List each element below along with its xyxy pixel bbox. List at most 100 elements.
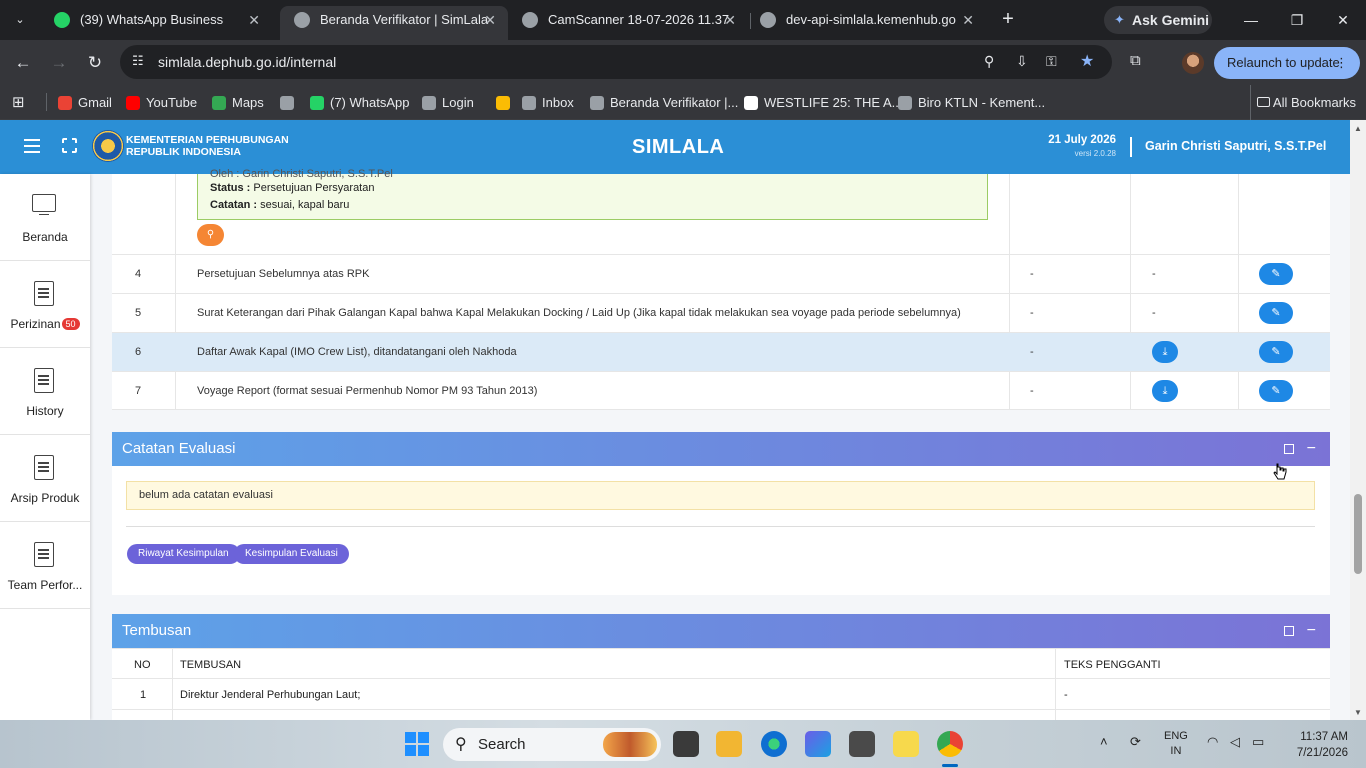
bookmark-item[interactable]: Beranda Verifikator |... [590, 85, 738, 120]
bookmark-favicon-icon [280, 96, 294, 110]
download-button[interactable]: ⤓ [1152, 380, 1178, 402]
zoom-icon[interactable]: ⚲ [984, 53, 994, 70]
language-indicator[interactable]: ENG IN [1164, 729, 1188, 759]
tab-simlala[interactable]: Beranda Verifikator | SimLala ✕ [280, 6, 508, 40]
volume-icon[interactable]: ◁ [1230, 734, 1240, 750]
address-bar[interactable]: ☷ simlala.dephub.go.id/internal ⚲ ⇩ ⚿ ★ [120, 45, 1112, 79]
riwayat-kesimpulan-button[interactable]: Riwayat Kesimpulan [127, 544, 240, 564]
cell-tembusan: Direktur Jenderal Perhubungan Laut; [180, 689, 361, 701]
bookmark-favicon-icon [898, 96, 912, 110]
cell-no: 7 [134, 385, 142, 397]
restore-button[interactable]: ❐ [1282, 8, 1312, 32]
reload-button[interactable]: ↻ [82, 50, 108, 76]
scroll-up-icon[interactable]: ▲ [1353, 124, 1363, 133]
site-info-icon[interactable]: ☷ [132, 53, 144, 69]
collapse-icon[interactable]: − [1307, 614, 1316, 648]
tab-camscanner[interactable]: CamScanner 18-07-2026 11.37 ✕ [508, 6, 748, 40]
ask-gemini-button[interactable]: ✦ Ask Gemini [1104, 6, 1212, 34]
edit-button[interactable]: ✎ [1259, 341, 1293, 363]
edit-button[interactable]: ✎ [1259, 263, 1293, 285]
close-icon[interactable]: ✕ [962, 6, 974, 34]
fullscreen-icon[interactable] [61, 137, 78, 154]
task-view-icon[interactable] [673, 731, 699, 757]
sync-icon[interactable]: ⟳ [1130, 734, 1141, 750]
tab-title: dev-api-simlala.kemenhub.go.id [786, 12, 956, 27]
minimize-button[interactable]: — [1236, 8, 1266, 32]
tray-chevron-icon[interactable]: ˄ [1100, 734, 1108, 749]
page-scrollbar[interactable]: ▲ ▼ [1350, 120, 1366, 720]
windows-start-icon[interactable] [405, 732, 429, 756]
close-icon[interactable]: ✕ [724, 6, 736, 34]
bookmark-item[interactable] [280, 85, 300, 120]
hamburger-menu-icon[interactable] [24, 139, 40, 153]
bookmark-item[interactable]: Gmail [58, 85, 112, 120]
search-icon: ⚲ [455, 736, 467, 753]
back-button[interactable]: ← [10, 50, 36, 76]
gemini-icon: ✦ [1114, 12, 1125, 27]
user-name[interactable]: Garin Christi Saputri, S.S.T.Pel [1145, 139, 1326, 153]
globe-icon [760, 12, 776, 28]
bookmark-item[interactable]: (7) WhatsApp [310, 85, 409, 120]
tab-search-icon[interactable]: ⌄ [8, 8, 32, 32]
wifi-icon[interactable]: ◠ [1207, 734, 1218, 750]
bookmark-star-icon[interactable]: ★ [1080, 51, 1094, 71]
close-icon[interactable]: ✕ [484, 6, 496, 34]
bookmark-item[interactable]: Login [422, 85, 474, 120]
close-icon[interactable]: ✕ [248, 6, 260, 34]
profile-avatar[interactable] [1182, 52, 1204, 74]
sidebar-item-beranda[interactable]: Beranda [0, 174, 90, 261]
edit-button[interactable]: ✎ [1259, 380, 1293, 402]
bookmark-item[interactable]: Inbox [522, 85, 574, 120]
url-text[interactable]: simlala.dephub.go.id/internal [158, 54, 336, 70]
bookmark-item[interactable]: Biro KTLN - Kement... [898, 85, 1045, 120]
edge-icon[interactable] [761, 731, 787, 757]
requirements-table: Oleh : Garin Christi Saputri, S.S.T.Pel … [112, 168, 1330, 410]
sidebar-item-arsip-produk[interactable]: Arsip Produk [0, 435, 90, 522]
system-clock[interactable]: 11:37 AM 7/21/2026 [1262, 729, 1348, 761]
sidebar-item-history[interactable]: History [0, 348, 90, 435]
bookmark-item[interactable]: Maps [212, 85, 264, 120]
tab-dev-api[interactable]: dev-api-simlala.kemenhub.go.id ✕ [746, 6, 986, 40]
maximize-icon[interactable] [1284, 626, 1294, 636]
bookmark-label: YouTube [146, 95, 198, 110]
all-bookmarks-button[interactable]: All Bookmarks [1249, 85, 1356, 120]
apps-grid-icon[interactable]: ⊞ [12, 93, 25, 111]
kesimpulan-evaluasi-button[interactable]: Kesimpulan Evaluasi [234, 544, 349, 564]
search-icon[interactable]: ⚲ [197, 224, 224, 246]
bookmark-item[interactable]: WESTLIFE 25: THE A... [744, 85, 902, 120]
new-tab-button[interactable]: + [996, 8, 1020, 32]
collapse-icon[interactable]: − [1307, 432, 1316, 466]
sidebar-item-label: Team Perfor... [7, 578, 83, 592]
window-close-button[interactable]: ✕ [1328, 8, 1358, 32]
forward-button[interactable]: → [46, 50, 72, 76]
ministry-name: KEMENTERIAN PERHUBUNGAN REPUBLIK INDONES… [126, 134, 289, 158]
extensions-icon[interactable]: ⧉ [1130, 52, 1141, 69]
download-button[interactable]: ⤓ [1152, 341, 1178, 363]
sidebar-item-team-performance[interactable]: Team Perfor... [0, 522, 90, 609]
bookmark-separator [46, 93, 47, 111]
sidebar-item-perizinan[interactable]: Perizinan 50 [0, 261, 90, 348]
clock-date: 7/21/2026 [1296, 747, 1348, 759]
browser-tab-strip: ⌄ (39) WhatsApp Business ✕ Beranda Verif… [0, 0, 1366, 40]
sticky-notes-icon[interactable] [893, 731, 919, 757]
scroll-down-icon[interactable]: ▼ [1353, 708, 1363, 717]
bookmark-favicon-icon [422, 96, 436, 110]
maximize-icon[interactable] [1284, 444, 1294, 454]
bookmark-item[interactable] [496, 85, 516, 120]
copilot-icon[interactable] [805, 731, 831, 757]
bookmark-favicon-icon [590, 96, 604, 110]
taskbar-search[interactable]: ⚲ Search [443, 728, 661, 761]
edit-button[interactable]: ✎ [1259, 302, 1293, 324]
install-icon[interactable]: ⇩ [1016, 53, 1028, 70]
tab-whatsapp[interactable]: (39) WhatsApp Business ✕ [40, 6, 272, 40]
bookmark-item[interactable]: YouTube [126, 85, 197, 120]
bookmark-label: Biro KTLN - Kement... [918, 95, 1046, 110]
chrome-icon[interactable] [937, 731, 963, 757]
bookmark-label: Beranda Verifikator |... [610, 95, 739, 110]
relaunch-button[interactable]: Relaunch to update ⋮ [1214, 47, 1360, 79]
file-explorer-icon[interactable] [716, 731, 742, 757]
password-key-icon[interactable]: ⚿ [1046, 53, 1057, 70]
camera-icon[interactable] [849, 731, 875, 757]
scrollbar-thumb[interactable] [1354, 494, 1362, 574]
column-header: TEMBUSAN [180, 659, 242, 671]
